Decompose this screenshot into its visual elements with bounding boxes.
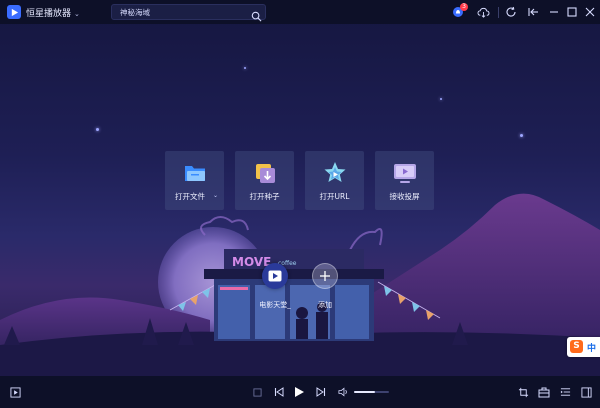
chevron-down-icon: ⌄: [74, 10, 80, 18]
search-box: [111, 4, 266, 22]
previous-icon[interactable]: [272, 385, 286, 399]
url-icon: [322, 160, 348, 186]
minimize-icon[interactable]: [547, 5, 561, 19]
volume-icon[interactable]: [336, 385, 350, 399]
player-window: MOVE coffee 恒星播放器⌄ 3: [0, 0, 600, 408]
title-bar-divider: [498, 7, 499, 18]
screenshot-icon[interactable]: [516, 385, 530, 399]
cast-icon: [392, 160, 418, 186]
notification-badge: 3: [460, 3, 468, 11]
open-torrent-label: 打开种子: [249, 192, 280, 201]
search-input[interactable]: [120, 6, 240, 18]
play-icon: [268, 267, 282, 286]
title-bar: 恒星播放器⌄ 3: [0, 0, 600, 24]
plus-icon: [319, 267, 331, 286]
play-icon[interactable]: [292, 385, 306, 399]
shortcut-movie-button[interactable]: [262, 263, 288, 289]
next-icon[interactable]: [314, 385, 328, 399]
chevron-down-icon[interactable]: ⌄: [213, 192, 218, 199]
app-title: 恒星播放器: [26, 9, 72, 19]
cloud-download-icon[interactable]: [476, 5, 490, 19]
background-scene: MOVE coffee: [0, 193, 600, 376]
torrent-icon: [252, 160, 278, 186]
receive-cast-button[interactable]: 接收投屏: [375, 151, 434, 210]
open-url-label: 打开URL: [319, 192, 350, 201]
ime-logo-icon: S: [570, 340, 583, 353]
refresh-icon[interactable]: [504, 5, 518, 19]
fullscreen-icon[interactable]: [579, 385, 593, 399]
open-file-button[interactable]: 打开文件 ⌄: [165, 151, 224, 210]
shortcut-movie-label: 电影天堂_: [259, 301, 291, 309]
volume-slider[interactable]: [354, 391, 389, 393]
ime-mode[interactable]: 中: [587, 341, 596, 354]
receive-cast-label: 接收投屏: [389, 192, 420, 201]
app-title-menu[interactable]: 恒星播放器 ⌄: [26, 6, 80, 19]
close-icon[interactable]: [583, 5, 597, 19]
toolbox-icon[interactable]: [537, 385, 551, 399]
pin-icon[interactable]: [526, 5, 540, 19]
app-logo-icon: [7, 5, 21, 19]
add-shortcut-label: 添加: [318, 301, 332, 309]
ime-toolbar[interactable]: S 中: [567, 337, 600, 357]
volume-level: [354, 391, 375, 393]
open-url-button[interactable]: 打开URL: [305, 151, 364, 210]
maximize-icon[interactable]: [565, 5, 579, 19]
notification-icon[interactable]: 3: [451, 3, 468, 19]
folder-icon: [182, 160, 208, 186]
add-shortcut-button[interactable]: [312, 263, 338, 289]
stop-icon[interactable]: [250, 385, 264, 399]
open-file-label: 打开文件: [175, 192, 205, 201]
playlist-icon[interactable]: [558, 385, 572, 399]
control-bar: [0, 376, 600, 408]
search-icon[interactable]: [251, 7, 262, 26]
open-file-icon[interactable]: [8, 385, 22, 399]
open-torrent-button[interactable]: 打开种子: [235, 151, 294, 210]
